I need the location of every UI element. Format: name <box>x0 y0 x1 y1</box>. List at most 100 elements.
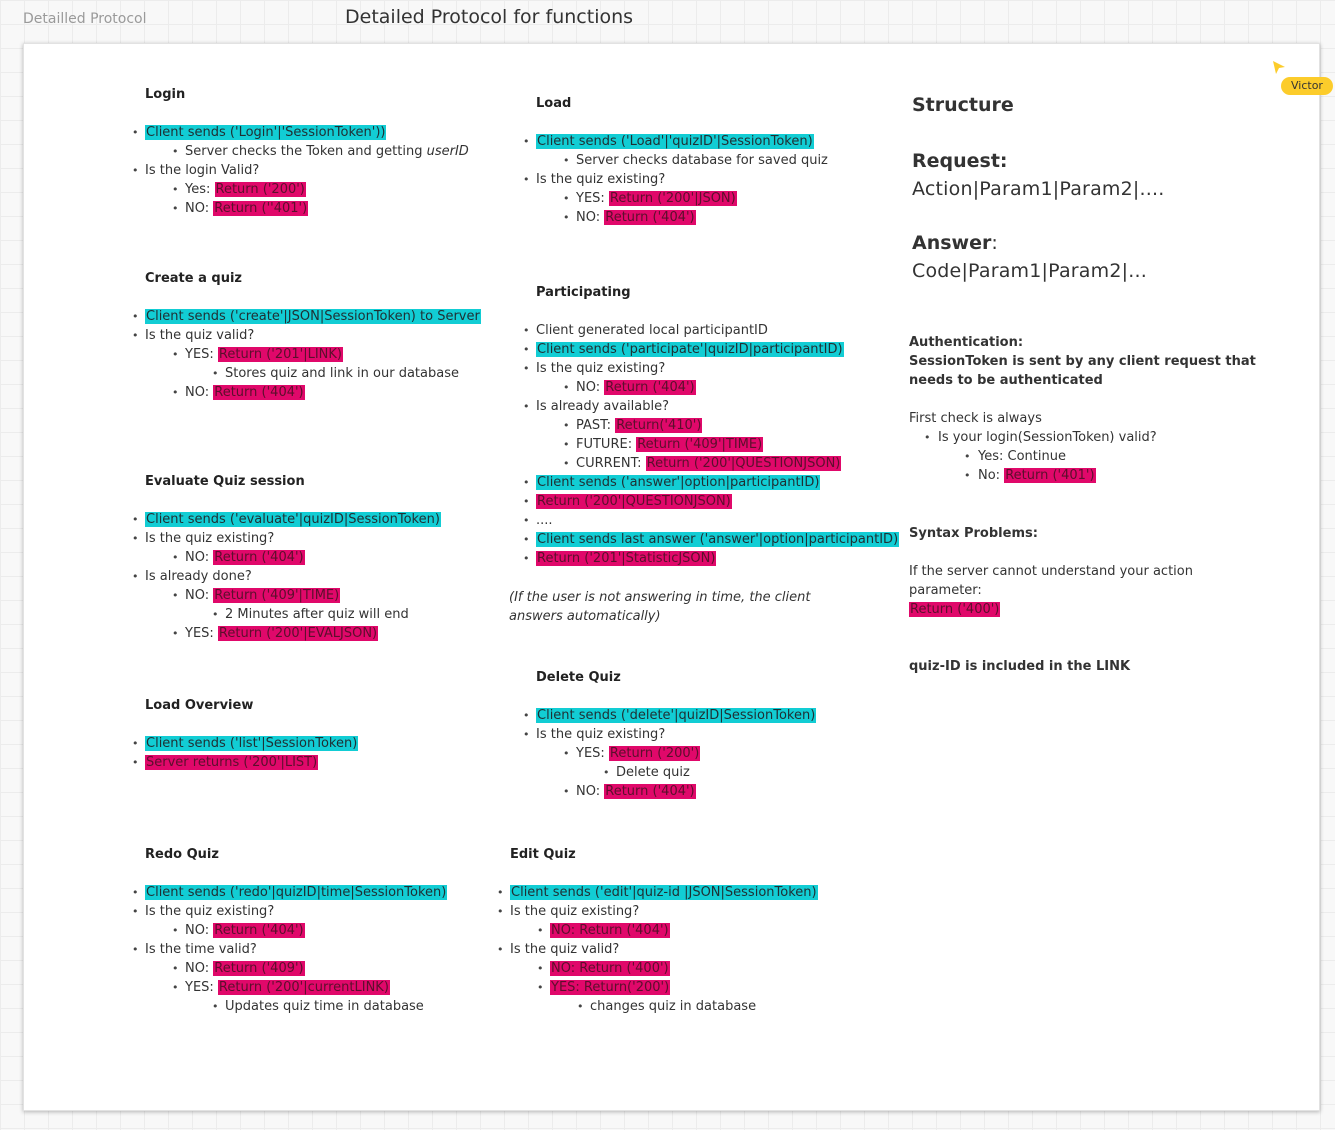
server-response-highlight: NO: Return ('400') <box>550 961 670 976</box>
list-item: Is already available? <box>523 397 899 416</box>
item-text: Is the quiz valid? <box>510 942 620 957</box>
list-item: Stores quiz and link in our database <box>145 364 481 383</box>
bullet-list: Client sends ('evaluate'|quizID|SessionT… <box>132 510 441 643</box>
client-request-highlight: Client sends ('answer'|option|participan… <box>536 475 821 490</box>
auth-desc-line1: SessionToken is sent by any client reque… <box>909 354 1256 369</box>
bullet-list: Client sends ('delete'|quizID|SessionTok… <box>523 706 817 801</box>
client-request-highlight: Client sends ('Load'|'quizID'|SessionTok… <box>536 134 814 149</box>
section-title: Participating <box>536 285 631 300</box>
item-text: Is already available? <box>536 399 669 414</box>
item-text: Is the quiz existing? <box>536 172 666 187</box>
list-item: YES: Return ('201'|LINK) <box>145 345 481 364</box>
list-item: NO: Return ('404') <box>145 548 441 567</box>
list-item: CURRENT: Return ('200'|QUESTIONJSON) <box>536 454 899 473</box>
section-load-overview: Load Overview Client sends ('list'|Sessi… <box>132 696 359 772</box>
server-response-highlight: Return ('200'|QUESTIONJSON) <box>645 456 842 471</box>
bullet-list: Client generated local participantID Clie… <box>523 321 900 568</box>
auth-no-label: No: <box>978 468 1005 483</box>
list-item: NO: Return ('409') <box>145 959 447 978</box>
list-item: Client sends ('delete'|quizID|SessionTok… <box>523 706 817 725</box>
client-request-highlight: Client sends ('delete'|quizID|SessionTok… <box>536 708 817 723</box>
section-title: Evaluate Quiz session <box>145 474 305 489</box>
item-text: 2 Minutes after quiz will end <box>225 607 409 622</box>
section-participating: Participating Client generated local par… <box>523 283 900 568</box>
list-item: YES: Return ('200') <box>536 744 816 763</box>
item-text: Server checks database for saved quiz <box>576 153 828 168</box>
request-label: Request: <box>912 150 1008 172</box>
list-item: Client sends ('participate'|quizID|parti… <box>523 340 899 359</box>
auth-no-return: Return ('401') <box>1004 468 1096 483</box>
item-text: NO: <box>185 201 214 216</box>
auth-desc-line2: needs to be authenticated <box>909 373 1103 388</box>
server-response-highlight: NO: Return ('404') <box>550 923 670 938</box>
item-text: Is the quiz existing? <box>536 361 666 376</box>
item-text: Is the quiz existing? <box>536 727 666 742</box>
answer-heading: Answer: <box>912 230 1242 256</box>
auth-yes: Yes: Continue <box>978 449 1066 464</box>
list-item: YES: Return('200') <box>510 978 818 997</box>
list-item: changes quiz in database <box>510 997 818 1016</box>
auth-check: Is your login(SessionToken) valid? <box>938 430 1157 445</box>
item-text: NO: <box>576 210 605 225</box>
list-item: YES: Return ('200'|currentLINK) <box>145 978 447 997</box>
list-item: Delete quiz <box>536 763 816 782</box>
item-emphasis: userID <box>426 144 469 159</box>
user-badge[interactable]: Victor <box>1281 77 1333 95</box>
syntax-return-line: Return ('400') <box>909 600 1269 619</box>
list-item: FUTURE: Return ('409'|TIME) <box>536 435 899 454</box>
auth-title: Authentication: <box>909 335 1024 350</box>
item-text: Is already done? <box>145 569 252 584</box>
item-text: YES: <box>185 347 218 362</box>
request-format: Action|Param1|Param2|.... <box>912 178 1165 200</box>
syntax-return: Return ('400') <box>909 602 1001 617</box>
item-text: Client generated local participantID <box>536 323 768 338</box>
server-response-highlight: Return ('200'|currentLINK) <box>217 980 390 995</box>
list-item: Return ('200'|QUESTIONJSON) <box>523 492 899 511</box>
item-text: NO: <box>185 550 214 565</box>
section-delete-quiz: Delete Quiz Client sends ('delete'|quizI… <box>523 668 817 801</box>
item-text: YES: <box>576 191 609 206</box>
list-item: Client sends ('redo'|quizID|time|Session… <box>132 883 448 902</box>
list-item: Yes: Continue <box>909 447 1269 466</box>
list-item: NO: Return ('404') <box>536 782 816 801</box>
item-text: Yes: <box>185 182 215 197</box>
list-item: Is the quiz valid? <box>132 326 481 345</box>
item-text: NO: <box>185 588 214 603</box>
client-request-highlight: Client sends ('list'|SessionToken) <box>145 736 359 751</box>
section-login: Login Client sends ('Login'|'SessionToke… <box>132 85 469 218</box>
board-label[interactable]: Detailled Protocol <box>23 11 147 27</box>
item-text: Is the time valid? <box>145 942 257 957</box>
participating-note: (If the user is not answering in time, t… <box>509 569 849 626</box>
server-response-highlight: Return ('409'|TIME) <box>636 437 764 452</box>
item-text: Is the login Valid? <box>145 163 260 178</box>
list-item: YES: Return ('200'|JSON) <box>536 189 828 208</box>
item-text: Server checks the Token and getting <box>185 144 427 159</box>
server-response-highlight: Return ('200') <box>608 746 701 761</box>
list-item: Client sends ('answer'|option|participan… <box>523 473 899 492</box>
list-item: NO: Return ('400') <box>510 959 818 978</box>
client-request-highlight: Client sends ('evaluate'|quizID|SessionT… <box>145 512 441 527</box>
server-response-highlight: Return ('404') <box>604 210 696 225</box>
section-load: Load Client sends ('Load'|'quizID'|Sessi… <box>523 94 828 227</box>
list-item: Is the quiz valid? <box>497 940 818 959</box>
item-text: YES: <box>185 626 218 641</box>
list-item: NO: Return ('404') <box>145 921 447 940</box>
list-item: Client sends ('Login'|'SessionToken')) <box>132 123 469 142</box>
board-title[interactable]: Detailed Protocol for functions <box>345 6 633 28</box>
server-response-highlight: Return (''401') <box>213 201 309 216</box>
section-title: Redo Quiz <box>145 847 219 862</box>
section-evaluate: Evaluate Quiz session Client sends ('eva… <box>132 472 441 643</box>
list-item: Client sends ('Load'|'quizID'|SessionTok… <box>523 132 828 151</box>
item-text: PAST: <box>576 418 616 433</box>
list-item: Is the quiz existing? <box>132 529 441 548</box>
list-item: NO: Return ('404') <box>145 383 481 402</box>
server-response-highlight: Return ('404') <box>213 385 305 400</box>
client-request-highlight: Client sends ('participate'|quizID|parti… <box>536 342 844 357</box>
list-item: Client sends last answer ('answer'|optio… <box>523 530 900 549</box>
list-item: Is the quiz existing? <box>523 359 899 378</box>
bullet-list: Client sends ('list'|SessionToken) Server… <box>132 734 359 772</box>
answer-label: Answer <box>912 232 992 254</box>
structure-title: Structure <box>912 94 1014 116</box>
auth-first-check: First check is always <box>909 411 1042 426</box>
item-text: NO: <box>576 380 605 395</box>
